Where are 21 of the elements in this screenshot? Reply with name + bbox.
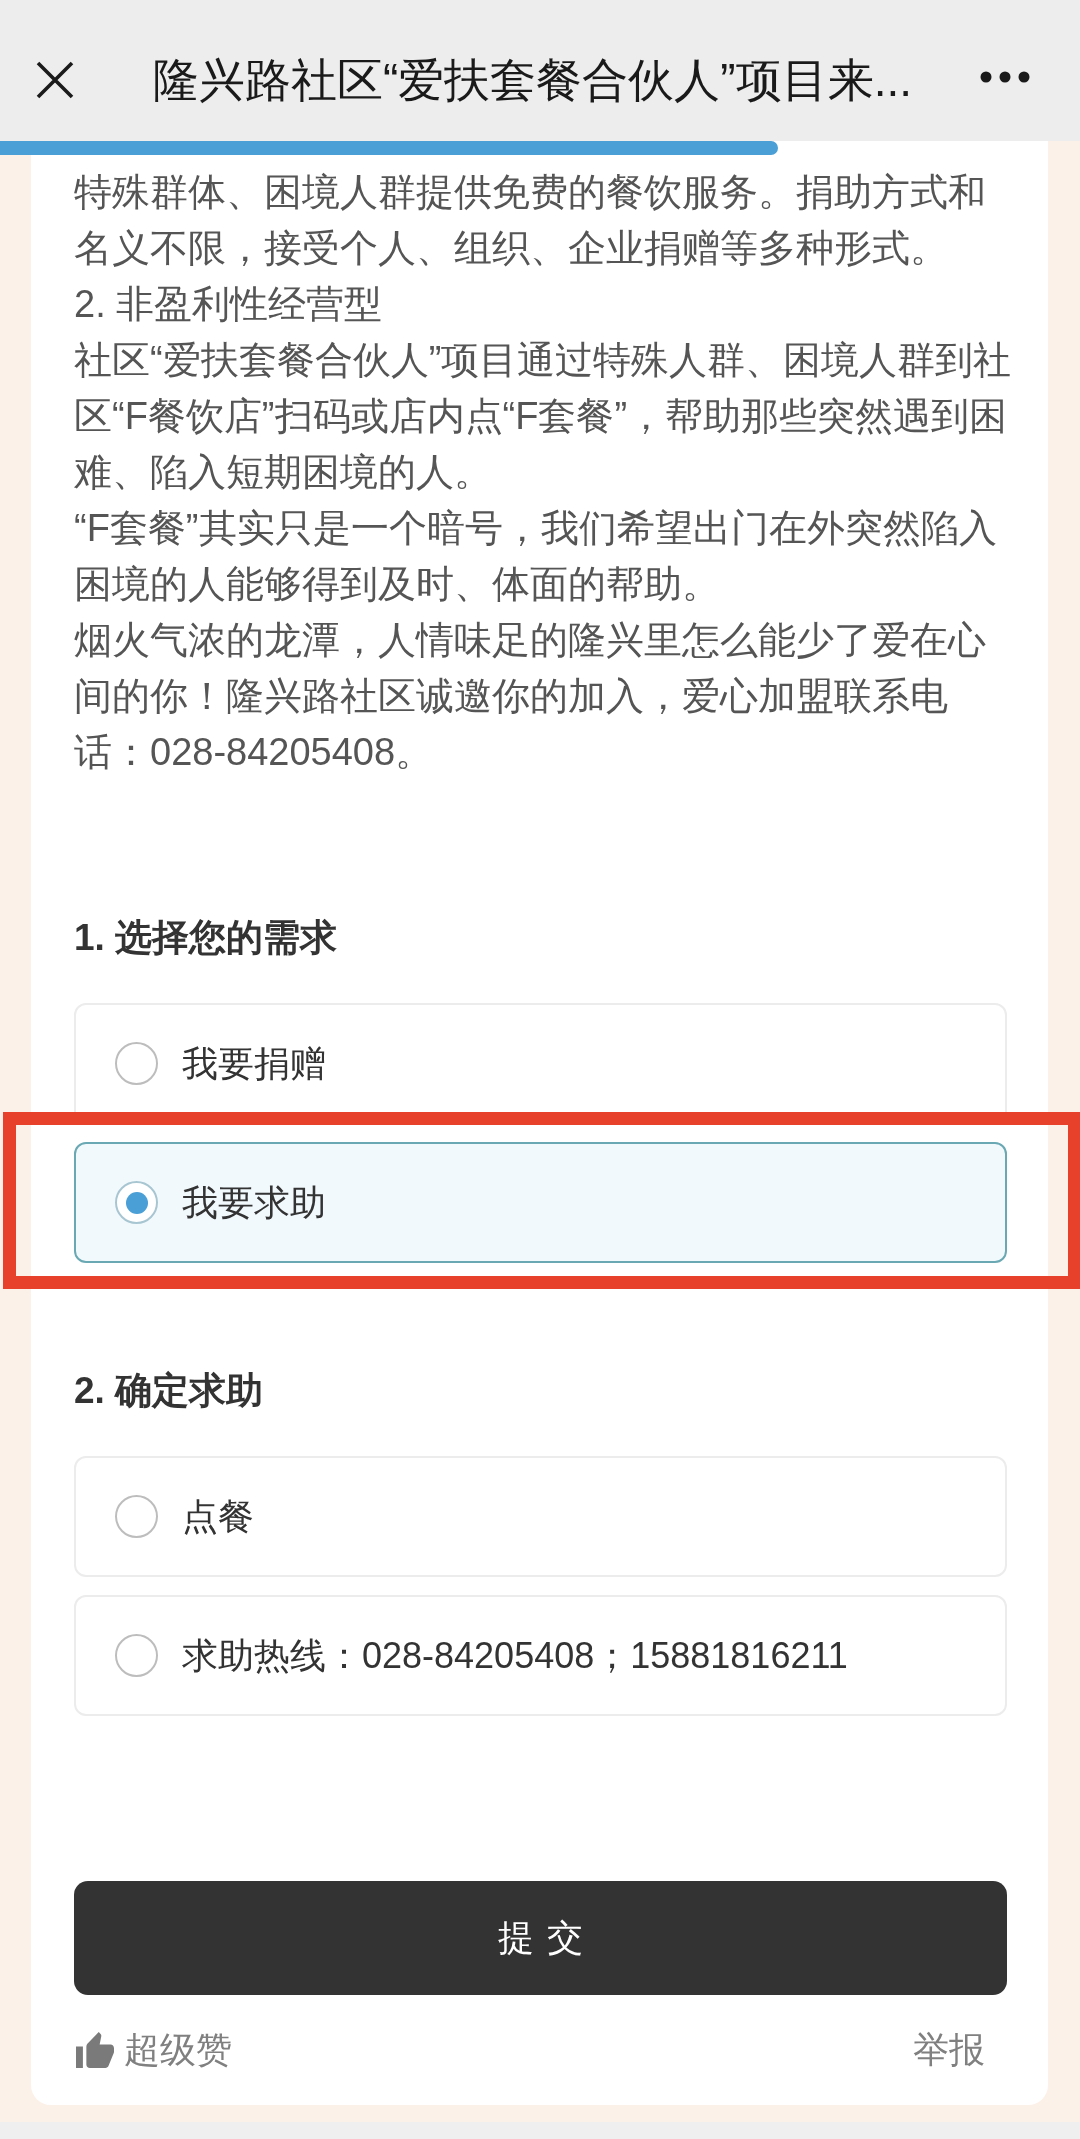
window-title: 隆兴路社区“爱扶套餐合伙人”项目来... bbox=[153, 52, 912, 108]
option-item[interactable]: 我要求助 bbox=[74, 1142, 1007, 1263]
submit-button[interactable]: 提交 bbox=[74, 1881, 1007, 1995]
thumbs-up-icon bbox=[76, 2032, 114, 2068]
report-link[interactable]: 举报 bbox=[913, 2028, 985, 2072]
question-title: 1. 选择您的需求 bbox=[74, 916, 339, 960]
article-paragraph: 烟火气浓的龙潭，人情味足的隆兴里怎么能少了爱在心间的你！隆兴路社区诚邀你的加入，爱心加盟联系电话：028-84205408。 bbox=[74, 618, 987, 775]
radio-button[interactable] bbox=[115, 1495, 158, 1538]
radio-button[interactable] bbox=[115, 1181, 158, 1224]
question-title: 2. 确定求助 bbox=[74, 1369, 265, 1413]
article-paragraph: 社区“爱扶套餐合伙人”项目通过特殊人群、困境人群到社区“F餐饮店”扫码或店内点“F套餐”，帮助那些突然遇到困难、陷入短期困境的人。 bbox=[74, 338, 1013, 495]
article-paragraph: “F套餐”其实只是一个暗号，我们希望出门在外突然陷入困境的人能够得到及时、体面的帮助。 bbox=[74, 506, 998, 607]
option-item[interactable]: 点餐 bbox=[74, 1456, 1007, 1577]
option-item[interactable]: 求助热线：028-84205408；15881816211 bbox=[74, 1595, 1007, 1716]
close-icon[interactable] bbox=[36, 60, 74, 99]
article-paragraph: 特殊群体、困境人群提供免费的餐饮服务。捐助方式和名义不限，接受个人、组织、企业捐赠等多种形式。 bbox=[74, 170, 987, 271]
more-icon[interactable] bbox=[980, 71, 1030, 83]
radio-button[interactable] bbox=[115, 1634, 158, 1677]
radio-button[interactable] bbox=[115, 1042, 158, 1085]
like-button[interactable]: 超级赞 bbox=[76, 2028, 232, 2072]
article-paragraph: 2. 非盈利性经营型 bbox=[74, 282, 384, 327]
